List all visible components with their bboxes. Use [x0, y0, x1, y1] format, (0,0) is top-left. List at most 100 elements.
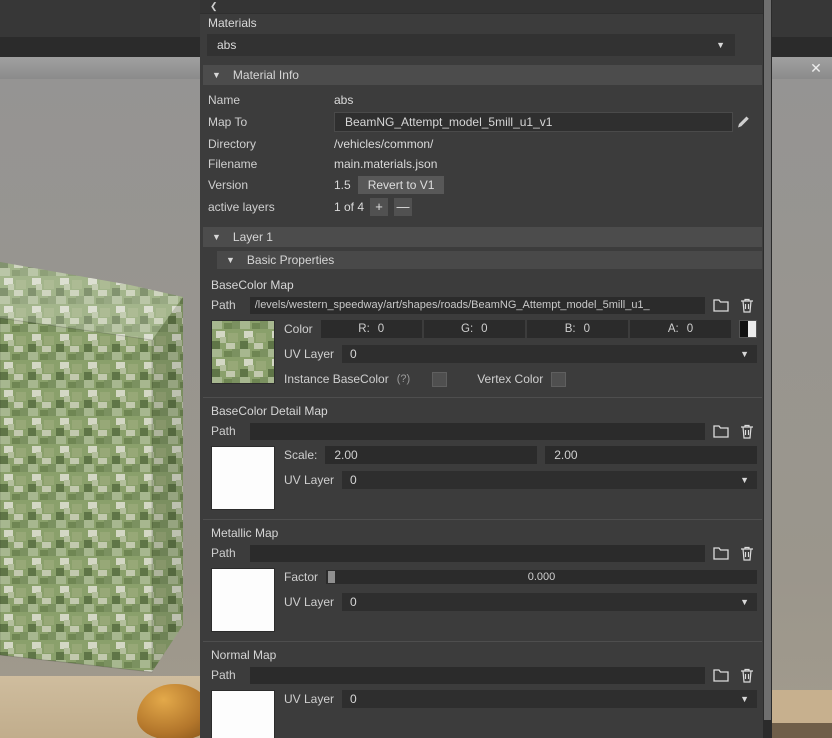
basic-properties-header[interactable]: ▼ Basic Properties [217, 251, 762, 269]
detail-path-row: Path [211, 420, 757, 442]
textured-cube-3d [0, 262, 183, 673]
normal-uv-dropdown[interactable]: 0 ▼ [342, 690, 757, 708]
path-label: Path [211, 424, 236, 438]
material-info-body: Name abs Map To Directory /vehicles/comm… [200, 90, 763, 218]
normal-path-input[interactable] [249, 666, 705, 684]
detail-path-input[interactable] [249, 422, 705, 440]
uv-layer-label: UV Layer [284, 347, 335, 361]
scale-row: Scale: [284, 446, 758, 464]
slider-thumb[interactable] [328, 571, 336, 583]
version-label: Version [208, 178, 249, 192]
normal-thumbnail[interactable] [211, 690, 275, 738]
uv-value: 0 [350, 692, 357, 706]
version-value: 1.5 [334, 178, 351, 192]
chevron-down-icon: ▼ [740, 596, 749, 607]
instance-basecolor-label: Instance BaseColor [284, 372, 389, 386]
scrollbar-thumb[interactable] [764, 0, 771, 720]
channel-value: 0 [686, 323, 694, 335]
metallic-body: Factor 0.000 UV Layer 0 ▼ [211, 568, 757, 632]
uv-layer-label: UV Layer [284, 595, 335, 609]
directory-row: Directory /vehicles/common/ [200, 134, 763, 154]
detail-uv-dropdown[interactable]: 0 ▼ [342, 471, 757, 489]
name-value: abs [334, 93, 354, 107]
close-icon[interactable]: ✕ [806, 59, 826, 77]
basecolor-uv-dropdown[interactable]: 0 ▼ [342, 345, 757, 363]
material-info-title: Material Info [232, 68, 299, 82]
scale-label: Scale: [284, 448, 318, 462]
material-select-value: abs [217, 38, 237, 52]
channel-value: 0 [583, 323, 591, 335]
instance-vertex-row: Instance BaseColor (?) Vertex Color [284, 370, 757, 388]
color-channel-b[interactable]: B: 0 [526, 320, 628, 338]
name-label: Name [208, 93, 241, 107]
chevron-down-icon: ▼ [740, 348, 749, 359]
scale-y-input[interactable] [545, 446, 758, 464]
version-row: Version 1.5 Revert to V1 [200, 174, 763, 196]
color-swatch[interactable] [739, 320, 757, 338]
color-channels: R: 0 G: 0 B: 0 A: 0 [320, 320, 731, 338]
delete-texture-icon[interactable] [737, 665, 757, 685]
delete-texture-icon[interactable] [737, 421, 757, 441]
name-row: Name abs [200, 90, 763, 110]
folder-open-icon[interactable] [711, 421, 731, 441]
layer-1-header[interactable]: ▼ Layer 1 [203, 227, 762, 247]
material-info-header[interactable]: ▼ Material Info [203, 65, 762, 85]
vertex-color-checkbox[interactable] [551, 371, 567, 387]
active-layers-label: active layers [208, 200, 275, 214]
channel-value: 0 [377, 323, 385, 335]
uv-layer-row: UV Layer 0 ▼ [284, 690, 757, 708]
color-channel-a[interactable]: A: 0 [629, 320, 731, 338]
metallic-map-section: Metallic Map Path Factor 0.000 UV Layer … [203, 519, 762, 641]
basecolor-thumbnail[interactable] [211, 320, 275, 384]
filename-value: main.materials.json [334, 157, 438, 171]
collapse-icon: ▼ [226, 254, 235, 265]
active-layers-value: 1 of 4 [334, 200, 365, 214]
metallic-uv-dropdown[interactable]: 0 ▼ [342, 593, 757, 611]
factor-value: 0.000 [527, 571, 556, 583]
filename-label: Filename [208, 157, 258, 171]
revert-to-v1-button[interactable]: Revert to V1 [357, 176, 445, 194]
chevron-down-icon: ▼ [716, 39, 725, 50]
channel-label: B: [564, 323, 576, 335]
edit-pencil-icon[interactable] [733, 112, 753, 132]
back-icon[interactable]: ❮ [210, 1, 218, 12]
help-icon: (?) [396, 373, 411, 385]
instance-basecolor-checkbox[interactable] [432, 371, 448, 387]
materials-label: Materials [208, 16, 257, 30]
detail-thumbnail[interactable] [211, 446, 275, 510]
panel-scrollbar[interactable] [763, 0, 772, 738]
folder-open-icon[interactable] [711, 543, 731, 563]
factor-row: Factor 0.000 [284, 568, 757, 586]
material-select-dropdown[interactable]: abs ▼ [207, 34, 735, 56]
delete-texture-icon[interactable] [737, 295, 757, 315]
remove-layer-button[interactable]: — [394, 198, 413, 216]
chevron-down-icon: ▼ [740, 693, 749, 704]
map-to-input[interactable] [334, 112, 733, 132]
delete-texture-icon[interactable] [737, 543, 757, 563]
add-layer-button[interactable]: + [370, 198, 389, 216]
metallic-path-input[interactable] [249, 544, 705, 562]
color-channel-r[interactable]: R: 0 [320, 320, 422, 338]
active-layers-row: active layers 1 of 4 + — [200, 196, 763, 218]
basecolor-path-input[interactable] [249, 296, 705, 314]
factor-label: Factor [284, 570, 319, 584]
folder-open-icon[interactable] [711, 295, 731, 315]
uv-layer-row: UV Layer 0 ▼ [284, 593, 757, 611]
color-channel-g[interactable]: G: 0 [423, 320, 525, 338]
folder-open-icon[interactable] [711, 665, 731, 685]
directory-value: /vehicles/common/ [334, 137, 434, 151]
filename-row: Filename main.materials.json [200, 154, 763, 174]
factor-slider[interactable]: 0.000 [326, 570, 757, 584]
chevron-down-icon: ▼ [740, 474, 749, 485]
map-to-row: Map To [200, 110, 763, 134]
collapse-icon: ▼ [212, 69, 221, 80]
basecolor-map-section: BaseColor Map Path Color [203, 272, 762, 397]
basecolor-map-title: BaseColor Map [211, 278, 294, 292]
normal-path-row: Path [211, 664, 757, 686]
scale-x-input[interactable] [325, 446, 538, 464]
metallic-thumbnail[interactable] [211, 568, 275, 632]
normal-map-title: Normal Map [211, 648, 277, 662]
uv-value: 0 [350, 473, 357, 487]
uv-layer-label: UV Layer [284, 473, 335, 487]
channel-label: R: [358, 323, 370, 335]
